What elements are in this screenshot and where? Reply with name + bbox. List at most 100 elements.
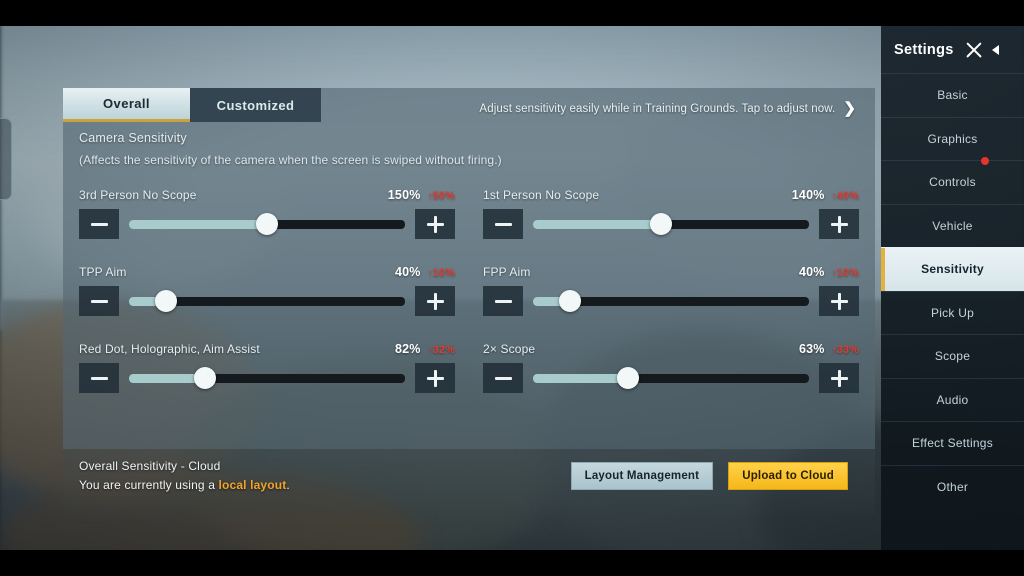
slider-row <box>483 363 859 393</box>
decrease-button[interactable] <box>483 286 523 316</box>
sidebar-item-scope[interactable]: Scope <box>881 334 1024 378</box>
sidebar-item-label: Effect Settings <box>912 436 993 451</box>
sidebar-item-pick-up[interactable]: Pick Up <box>881 290 1024 335</box>
sensitivity-row: Red Dot, Holographic, Aim Assist 82% ↑32… <box>79 340 859 393</box>
decrease-button[interactable] <box>79 286 119 316</box>
sidebar-item-effect-settings[interactable]: Effect Settings <box>881 421 1024 465</box>
sensitivity-label: Red Dot, Holographic, Aim Assist <box>79 342 260 356</box>
sidebar-item-label: Pick Up <box>930 305 975 320</box>
decrease-button[interactable] <box>79 363 119 393</box>
sensitivity-grid: 3rd Person No Scope 150% ↑50% 1st Person… <box>79 186 859 417</box>
sensitivity-row: TPP Aim 40% ↑10% FPP Aim 40% ↑10% <box>79 263 859 316</box>
sidebar-item-label: Vehicle <box>932 218 973 233</box>
sidebar-item-basic[interactable]: Basic <box>881 73 1024 117</box>
decrease-button[interactable] <box>483 209 523 239</box>
minus-icon <box>90 376 108 380</box>
layout-management-button[interactable]: Layout Management <box>570 462 714 490</box>
sensitivity-item-1st-person-no-scope: 1st Person No Scope 140% ↑40% <box>483 186 859 239</box>
sidebar-item-audio[interactable]: Audio <box>881 377 1024 422</box>
sidebar-item-graphics[interactable]: Graphics <box>881 116 1024 161</box>
slider-track[interactable] <box>129 213 405 235</box>
sensitivity-item-tpp-aim: TPP Aim 40% ↑10% <box>79 263 455 316</box>
tab-bar: Overall Customized <box>63 88 383 122</box>
sensitivity-percent: 40% <box>394 265 421 279</box>
sidebar-item-label: Graphics <box>927 131 978 146</box>
close-icon[interactable] <box>964 40 984 60</box>
sidebar-item-other[interactable]: Other <box>881 464 1024 509</box>
sidebar-item-label: Other <box>936 479 969 494</box>
increase-button[interactable] <box>415 209 455 239</box>
sensitivity-row: 3rd Person No Scope 150% ↑50% 1st Person… <box>79 186 859 239</box>
sensitivity-item-red-dot-holographic-aim-assist: Red Dot, Holographic, Aim Assist 82% ↑32… <box>79 340 455 393</box>
layout-status-highlight: local layout <box>218 478 287 492</box>
slider-thumb[interactable] <box>256 213 278 235</box>
slider-track[interactable] <box>533 213 809 235</box>
sidebar-item-sensitivity[interactable]: Sensitivity <box>881 247 1024 291</box>
sensitivity-delta: ↑33% <box>832 344 859 356</box>
cloud-sensitivity-label: Overall Sensitivity - Cloud <box>79 459 221 473</box>
sidebar-item-vehicle[interactable]: Vehicle <box>881 203 1024 248</box>
increase-button[interactable] <box>819 286 859 316</box>
slider-thumb[interactable] <box>617 367 640 389</box>
letterbox-bottom <box>0 550 1024 576</box>
slider-track-area[interactable] <box>129 363 405 393</box>
training-grounds-hint[interactable]: Adjust sensitivity easily while in Train… <box>479 101 856 116</box>
decrease-button[interactable] <box>79 209 119 239</box>
sidebar-item-label: Sensitivity <box>921 262 984 277</box>
sidebar-item-label: Audio <box>936 392 969 407</box>
sensitivity-delta: ↑40% <box>832 190 859 202</box>
sensitivity-values: 40% ↑10% <box>799 265 859 279</box>
layout-status-suffix: . <box>286 478 290 492</box>
slider-track-area[interactable] <box>533 363 809 393</box>
slider-track-area[interactable] <box>533 286 809 316</box>
upload-to-cloud-button[interactable]: Upload to Cloud <box>728 462 848 490</box>
slider-row <box>79 363 455 393</box>
slider-track-area[interactable] <box>129 286 405 316</box>
slider-track[interactable] <box>129 367 405 389</box>
tab-overall[interactable]: Overall <box>63 88 190 122</box>
collapse-left-icon[interactable] <box>991 44 999 55</box>
sensitivity-label: FPP Aim <box>483 265 531 279</box>
slider-row <box>483 209 859 239</box>
increase-button[interactable] <box>819 363 859 393</box>
increase-button[interactable] <box>819 209 859 239</box>
slider-thumb[interactable] <box>193 367 216 389</box>
tab-customized[interactable]: Customized <box>190 88 321 122</box>
slider-thumb[interactable] <box>650 213 673 235</box>
slider-track[interactable] <box>533 290 809 312</box>
sensitivity-values: 140% ↑40% <box>792 188 859 202</box>
slider-track[interactable] <box>533 367 809 389</box>
slider-row <box>79 286 455 316</box>
sensitivity-item-3rd-person-no-scope: 3rd Person No Scope 150% ↑50% <box>79 186 455 239</box>
sensitivity-percent: 63% <box>798 342 825 356</box>
sensitivity-delta-value: 10% <box>836 267 859 279</box>
slider-track-area[interactable] <box>533 209 809 239</box>
sensitivity-header: TPP Aim 40% ↑10% <box>79 263 455 279</box>
slider-fill <box>533 373 629 383</box>
sensitivity-percent: 150% <box>387 188 421 202</box>
camera-sensitivity-title: Camera Sensitivity <box>79 131 187 145</box>
sidebar-item-controls[interactable]: Controls <box>881 157 1024 204</box>
increase-button[interactable] <box>415 363 455 393</box>
notification-dot-icon <box>981 157 989 165</box>
plus-icon <box>830 292 848 310</box>
sidebar-header: Settings <box>881 26 1024 73</box>
plus-icon <box>426 292 444 310</box>
sensitivity-header: 1st Person No Scope 140% ↑40% <box>483 186 859 202</box>
slider-thumb[interactable] <box>154 290 177 312</box>
layout-status-prefix: You are currently using a <box>79 478 219 492</box>
slider-thumb[interactable] <box>558 290 581 312</box>
sensitivity-label: 1st Person No Scope <box>483 188 600 202</box>
footer-buttons: Layout Management Upload to Cloud <box>570 462 848 490</box>
slider-track-area[interactable] <box>129 209 405 239</box>
slider-track[interactable] <box>129 290 405 312</box>
left-edge-handle[interactable] <box>0 118 12 200</box>
increase-button[interactable] <box>415 286 455 316</box>
decrease-button[interactable] <box>483 363 523 393</box>
sensitivity-values: 40% ↑10% <box>395 265 455 279</box>
sensitivity-values: 150% ↑50% <box>388 188 455 202</box>
sidebar-item-label: Controls <box>929 175 976 190</box>
sidebar-item-label: Scope <box>934 349 971 364</box>
slider-row <box>79 209 455 239</box>
sensitivity-delta: ↑10% <box>832 267 859 279</box>
